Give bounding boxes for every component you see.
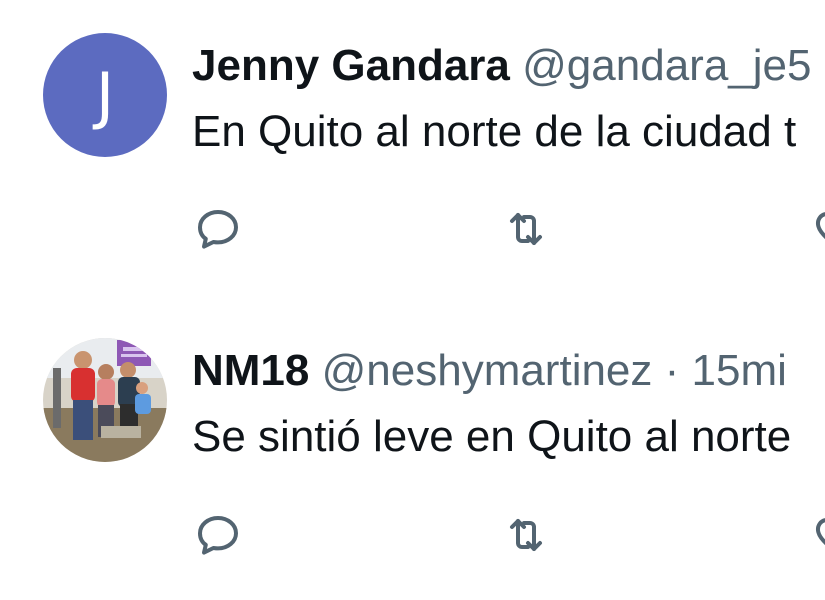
tweet-actions bbox=[192, 203, 825, 255]
avatar[interactable]: J bbox=[43, 33, 167, 157]
like-icon bbox=[816, 518, 825, 546]
author-name[interactable]: Jenny Gandara bbox=[192, 41, 510, 90]
tweet-actions bbox=[192, 509, 825, 561]
family-photo-avatar bbox=[43, 338, 167, 462]
tweet-text: Se sintió leve en Quito al norte bbox=[192, 412, 792, 461]
author-handle[interactable]: @gandara_je5 bbox=[522, 41, 811, 90]
tweet-jenny-gandara[interactable]: J Jenny Gandara @gandara_je5 En Quito al… bbox=[0, 0, 825, 297]
avatar-letter: J bbox=[95, 58, 115, 132]
tweet-header: Jenny Gandara @gandara_je5 bbox=[192, 38, 811, 94]
retweet-icon bbox=[510, 213, 542, 245]
tweet-timestamp[interactable]: 15mi bbox=[692, 346, 787, 395]
reply-button[interactable] bbox=[192, 509, 244, 561]
retweet-icon bbox=[510, 519, 542, 551]
author-name[interactable]: NM18 bbox=[192, 346, 309, 395]
avatar[interactable] bbox=[43, 338, 167, 462]
reply-icon bbox=[198, 210, 238, 249]
reply-button[interactable] bbox=[192, 203, 244, 255]
reply-icon bbox=[198, 516, 238, 555]
retweet-button[interactable] bbox=[500, 509, 552, 561]
timeline-feed: J Jenny Gandara @gandara_je5 En Quito al… bbox=[0, 0, 825, 600]
tweet-nm18[interactable]: NM18 @neshymartinez · 15mi Se sintió lev… bbox=[0, 299, 825, 596]
tweet-header: NM18 @neshymartinez · 15mi bbox=[192, 343, 787, 399]
retweet-button[interactable] bbox=[500, 203, 552, 255]
like-button[interactable] bbox=[810, 203, 825, 255]
like-icon bbox=[816, 212, 825, 240]
author-handle[interactable]: @neshymartinez bbox=[322, 346, 653, 395]
separator-dot: · bbox=[664, 346, 680, 395]
tweet-text: En Quito al norte de la ciudad t bbox=[192, 107, 797, 156]
like-button[interactable] bbox=[810, 509, 825, 561]
